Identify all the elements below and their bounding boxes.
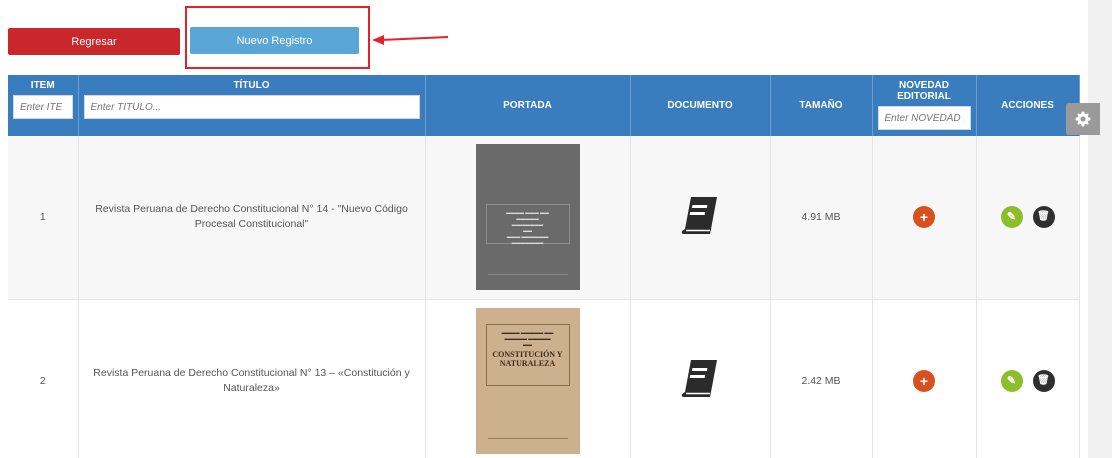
header-titulo: TÍTULO (78, 75, 426, 136)
row-novedad: + (872, 299, 977, 458)
row-novedad: + (872, 136, 977, 300)
delete-icon[interactable]: 🗑 (1032, 369, 1055, 392)
header-item: ITEM (8, 75, 79, 136)
header-novedad: NOVEDAD EDITORIAL (872, 75, 977, 136)
header-portada: PORTADA (425, 75, 631, 136)
row-actions: ✎ 🗑 (976, 299, 1080, 458)
add-icon[interactable]: + (913, 206, 935, 229)
row-actions: ✎ 🗑 (976, 136, 1080, 300)
table-row: 2 Revista Peruana de Derecho Constitucio… (8, 299, 1080, 458)
records-table: ITEM TÍTULO PORTADA DOCUMENTO TAMAÑO NOV… (8, 75, 1080, 458)
cover-heading: CONSTITUCIÓN Y NATURALEZA (492, 349, 563, 368)
highlight-box (185, 6, 370, 69)
add-icon[interactable]: + (913, 369, 935, 392)
header-novedad-label: NOVEDAD EDITORIAL (897, 80, 951, 102)
edit-icon[interactable]: ✎ (1000, 369, 1023, 392)
header-item-label: ITEM (30, 80, 55, 91)
header-tamano: TAMAÑO (770, 75, 873, 136)
scrollbar[interactable] (1088, 0, 1112, 458)
row-title: Revista Peruana de Derecho Constituciona… (78, 299, 426, 458)
row-item: 2 (8, 299, 79, 458)
row-title-text: Revista Peruana de Derecho Constituciona… (95, 203, 408, 231)
delete-icon[interactable]: 🗑 (1032, 206, 1055, 229)
header-documento: DOCUMENTO (630, 75, 771, 136)
filter-item-input[interactable] (13, 95, 73, 119)
cover-image[interactable]: ▬▬▬▬ ▬▬▬▬▬ ▬▬ ▬▬▬▬▬ ▬▬▬▬▬ ▬▬ CONSTITUCIÓN … (475, 307, 580, 454)
settings-button[interactable] (1066, 103, 1100, 135)
back-button[interactable]: Regresar (8, 28, 180, 55)
document-book-icon[interactable] (681, 196, 719, 236)
row-item: 1 (8, 136, 79, 300)
header-acciones: ACCIONES (976, 75, 1080, 136)
filter-titulo-input[interactable] (83, 95, 420, 119)
header-titulo-label: TÍTULO (233, 80, 270, 91)
page: Regresar Nuevo Registro ITEM TÍTULO PORT… (0, 0, 1112, 458)
gear-icon (1075, 111, 1091, 127)
row-size: 2.42 MB (770, 299, 873, 458)
row-document (630, 299, 771, 458)
cover-image[interactable]: ▬▬▬▬ ▬▬▬ ▬▬ ▬▬▬▬▬ ▬▬▬▬▬▬▬ ▬▬ ▬▬▬ ▬▬▬▬▬▬ ▬▬▬▬▬… (475, 144, 580, 291)
row-size: 4.91 MB (770, 136, 873, 300)
row-cover: ▬▬▬▬ ▬▬▬ ▬▬ ▬▬▬▬▬ ▬▬▬▬▬▬▬ ▬▬ ▬▬▬ ▬▬▬▬▬▬ ▬▬▬▬▬… (425, 136, 631, 300)
row-title-text: Revista Peruana de Derecho Constituciona… (93, 366, 410, 394)
table-row: 1 Revista Peruana de Derecho Constitucio… (8, 136, 1080, 300)
row-cover: ▬▬▬▬ ▬▬▬▬▬ ▬▬ ▬▬▬▬▬ ▬▬▬▬▬ ▬▬ CONSTITUCIÓN … (425, 299, 631, 458)
row-title: Revista Peruana de Derecho Constituciona… (78, 136, 426, 300)
filter-novedad-input[interactable] (877, 106, 971, 130)
row-document (630, 136, 771, 300)
edit-icon[interactable]: ✎ (1000, 206, 1023, 229)
document-book-icon[interactable] (681, 359, 719, 399)
arrow-icon (372, 35, 449, 45)
